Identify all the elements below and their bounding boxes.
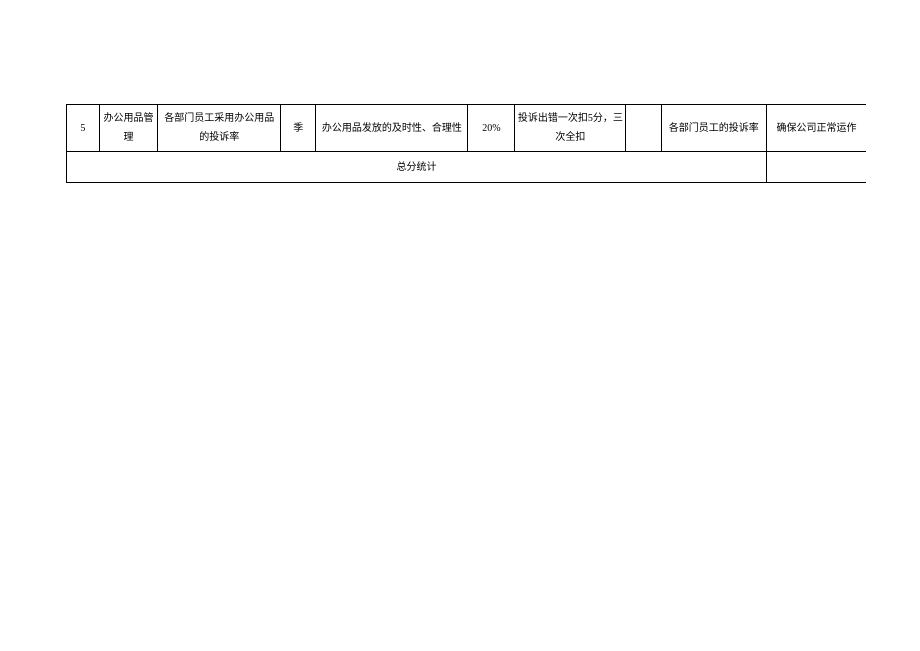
cell-period: 季 — [281, 105, 316, 152]
table: 5 办公用品管理 各部门员工采用办公用品的投诉率 季 办公用品发放的及时性、合理… — [66, 104, 866, 183]
table-row: 5 办公用品管理 各部门员工采用办公用品的投诉率 季 办公用品发放的及时性、合理… — [67, 105, 867, 152]
cell-score — [626, 105, 661, 152]
cell-name: 办公用品管理 — [99, 105, 158, 152]
cell-scoring: 投诉出错一次扣5分，三次全扣 — [515, 105, 626, 152]
cell-weight: 20% — [468, 105, 515, 152]
cell-goal: 确保公司正常运作 — [766, 105, 866, 152]
summary-label: 总分统计 — [67, 152, 767, 183]
summary-value — [766, 152, 866, 183]
cell-source: 各部门员工的投诉率 — [661, 105, 766, 152]
cell-desc: 各部门员工采用办公用品的投诉率 — [158, 105, 281, 152]
summary-row: 总分统计 — [67, 152, 867, 183]
assessment-table: 5 办公用品管理 各部门员工采用办公用品的投诉率 季 办公用品发放的及时性、合理… — [66, 104, 866, 183]
cell-content: 办公用品发放的及时性、合理性 — [316, 105, 468, 152]
cell-num: 5 — [67, 105, 100, 152]
